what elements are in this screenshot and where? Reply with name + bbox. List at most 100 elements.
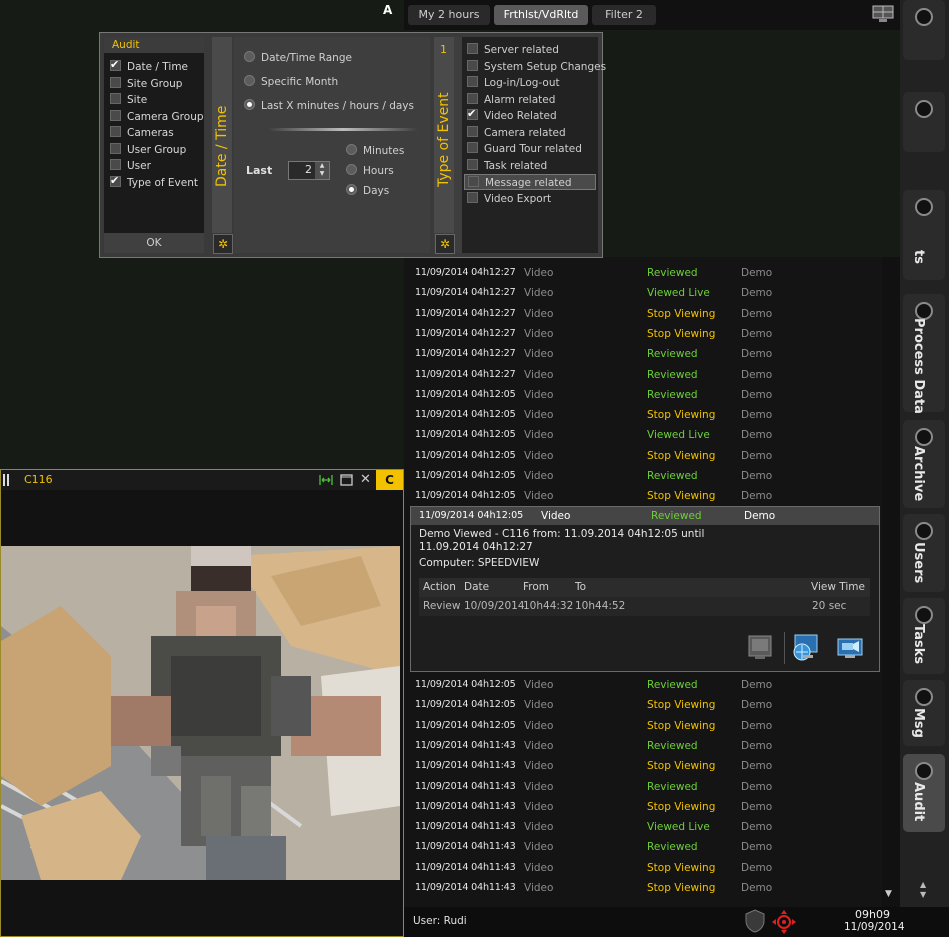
audit-checkbox-item[interactable]: Type of Event <box>110 173 198 191</box>
snapshot-icon[interactable] <box>745 632 775 662</box>
table-row[interactable]: 11/09/2014 04h12:05 Video Stop Viewing Demo <box>404 446 882 466</box>
maximize-icon[interactable] <box>340 474 353 486</box>
camera-monitor-icon[interactable] <box>835 632 865 662</box>
pause-icon[interactable] <box>3 474 5 486</box>
table-row[interactable]: 11/09/2014 04h12:05 Video Reviewed Demo <box>404 675 882 695</box>
sidebar-tab-archive[interactable]: Archive <box>903 420 945 508</box>
scroll-down-arrow-icon[interactable]: ▼ <box>885 889 897 901</box>
table-row[interactable]: 11/09/2014 04h11:43 Video Reviewed Demo <box>404 777 882 797</box>
sidebar-tab-msg[interactable]: Msg <box>903 680 945 746</box>
table-row[interactable]: 11/09/2014 04h12:27 Video Stop Viewing Demo <box>404 324 882 344</box>
radio-specific-month[interactable]: Specific Month <box>244 74 338 90</box>
event-type-item[interactable]: Message related <box>464 174 596 190</box>
table-row[interactable]: 11/09/2014 04h11:43 Video Stop Viewing Demo <box>404 797 882 817</box>
checkbox-icon[interactable] <box>467 92 478 104</box>
table-row[interactable]: 11/09/2014 04h12:05 Video Reviewed Demo <box>404 466 882 486</box>
grid-scrollbar[interactable] <box>882 257 900 907</box>
checkbox-icon[interactable] <box>110 142 121 154</box>
radio-hours[interactable]: Hours <box>346 163 394 179</box>
audit-checkbox-item[interactable]: Camera Group <box>110 109 204 125</box>
radio-icon[interactable] <box>346 144 357 155</box>
stepper-arrows-icon[interactable]: ▲ ▼ <box>315 162 329 179</box>
camera-viewer[interactable]: C116 ✕ C <box>0 469 404 937</box>
sidebar-tab-upper[interactable] <box>903 92 945 152</box>
event-type-item[interactable]: Video Related <box>464 106 596 124</box>
table-row[interactable]: 11/09/2014 04h12:27 Video Stop Viewing Demo <box>404 304 882 324</box>
audit-checkbox-item[interactable]: Site Group <box>110 76 182 92</box>
tab-my-2-hours[interactable]: My 2 hours <box>408 5 490 25</box>
table-row[interactable]: 11/09/2014 04h12:27 Video Reviewed Demo <box>404 365 882 385</box>
fit-width-icon[interactable] <box>319 474 333 486</box>
sidebar-tab-users[interactable]: Users <box>903 514 945 592</box>
checkbox-icon[interactable] <box>467 142 478 153</box>
table-row[interactable]: 11/09/2014 04h11:43 Video Reviewed Demo <box>404 736 882 756</box>
table-row[interactable]: 11/09/2014 04h12:27 Video Viewed Live Demo <box>404 283 882 303</box>
table-row[interactable]: 11/09/2014 04h12:05 Video Stop Viewing Demo <box>404 486 882 506</box>
table-row[interactable]: 11/09/2014 04h12:27 Video Reviewed Demo <box>404 344 882 364</box>
audit-checkbox-item[interactable]: User Group <box>110 142 186 158</box>
sidebar-tab-ts[interactable]: ts <box>903 190 945 280</box>
ok-button[interactable]: OK <box>104 233 204 253</box>
table-row[interactable]: 11/09/2014 04h12:05 Video Reviewed Demo <box>404 385 882 405</box>
audit-checkbox-item[interactable]: Site <box>110 92 147 108</box>
event-type-item[interactable]: Alarm related <box>464 92 596 108</box>
sidebar-tab-top[interactable] <box>903 0 945 60</box>
event-type-item[interactable]: Server related <box>464 42 596 58</box>
last-value-stepper[interactable]: 2 ▲ ▼ <box>288 161 330 180</box>
audit-checkbox-item[interactable]: Cameras <box>110 125 174 141</box>
tab-filter-2[interactable]: Filter 2 <box>592 5 656 25</box>
checkbox-icon[interactable] <box>467 59 478 71</box>
shield-icon[interactable] <box>744 909 766 933</box>
radio-minutes[interactable]: Minutes <box>346 143 404 159</box>
sidebar-tab-audit[interactable]: Audit <box>903 754 945 832</box>
globe-monitor-icon[interactable] <box>791 632 821 662</box>
checkbox-icon[interactable] <box>110 76 121 88</box>
radio-last-x[interactable]: Last X minutes / hours / days <box>244 98 414 114</box>
monitor-layout-icon[interactable] <box>872 4 894 24</box>
checkbox-icon[interactable] <box>110 57 121 73</box>
event-type-item[interactable]: Task related <box>464 158 596 174</box>
event-type-item[interactable]: Log-in/Log-out <box>464 75 596 91</box>
sidebar-scroll-icon[interactable]: ▲ ▼ <box>920 880 926 900</box>
detail-header-row[interactable]: 11/09/2014 04h12:05 Video Reviewed Demo <box>411 507 879 525</box>
table-row[interactable]: 11/09/2014 04h11:43 Video Stop Viewing Demo <box>404 858 882 878</box>
table-row[interactable]: 11/09/2014 04h12:27 Video Reviewed Demo <box>404 263 882 283</box>
checkbox-icon[interactable] <box>467 191 478 203</box>
type-of-event-reset-icon[interactable]: ✲ <box>435 234 455 254</box>
radio-date-time-range[interactable]: Date/Time Range <box>244 50 352 66</box>
table-row[interactable]: 11/09/2014 04h12:05 Video Stop Viewing Demo <box>404 695 882 715</box>
table-row[interactable]: 11/09/2014 04h11:43 Video Stop Viewing Demo <box>404 756 882 776</box>
checkbox-icon[interactable] <box>467 158 478 170</box>
audit-checkbox-item[interactable]: Date / Time <box>110 57 188 75</box>
table-row[interactable]: 11/09/2014 04h11:43 Video Viewed Live Demo <box>404 817 882 837</box>
checkbox-icon[interactable] <box>110 93 121 104</box>
checkbox-icon[interactable] <box>467 43 478 54</box>
ptz-target-icon[interactable] <box>771 909 797 935</box>
checkbox-icon[interactable] <box>110 159 121 170</box>
table-row[interactable]: 11/09/2014 04h11:43 Video Reviewed Demo <box>404 837 882 857</box>
checkbox-icon[interactable] <box>468 176 479 187</box>
tab-frthlst-vdrltd[interactable]: Frthlst/VdRltd <box>494 5 588 25</box>
event-type-item[interactable]: Camera related <box>464 125 596 141</box>
radio-days[interactable]: Days <box>346 183 389 199</box>
checkbox-icon[interactable] <box>467 76 478 87</box>
table-row[interactable]: 11/09/2014 04h12:05 Video Stop Viewing Demo <box>404 716 882 736</box>
event-type-item[interactable]: Guard Tour related <box>464 141 596 157</box>
sub-table-row[interactable]: Review 10/09/2014 10h44:32 10h44:52 20 s… <box>419 597 870 616</box>
checkbox-icon[interactable] <box>110 173 121 189</box>
radio-icon[interactable] <box>244 51 255 62</box>
sidebar-tab-process-data[interactable]: Process Data <box>903 294 945 414</box>
radio-icon[interactable] <box>244 99 255 110</box>
checkbox-icon[interactable] <box>467 106 478 122</box>
table-row[interactable]: 11/09/2014 04h12:05 Video Viewed Live Demo <box>404 425 882 445</box>
radio-icon[interactable] <box>346 164 357 175</box>
radio-icon[interactable] <box>244 75 255 86</box>
event-type-item[interactable]: Video Export <box>464 191 596 207</box>
date-time-reset-icon[interactable]: ✲ <box>213 234 233 254</box>
close-icon[interactable]: ✕ <box>360 472 371 487</box>
radio-icon[interactable] <box>346 184 357 195</box>
table-row[interactable]: 11/09/2014 04h12:05 Video Stop Viewing Demo <box>404 405 882 425</box>
event-type-item[interactable]: System Setup Changes <box>464 59 606 75</box>
table-row[interactable]: 11/09/2014 04h11:43 Video Stop Viewing Demo <box>404 878 882 898</box>
checkbox-icon[interactable] <box>110 109 121 121</box>
